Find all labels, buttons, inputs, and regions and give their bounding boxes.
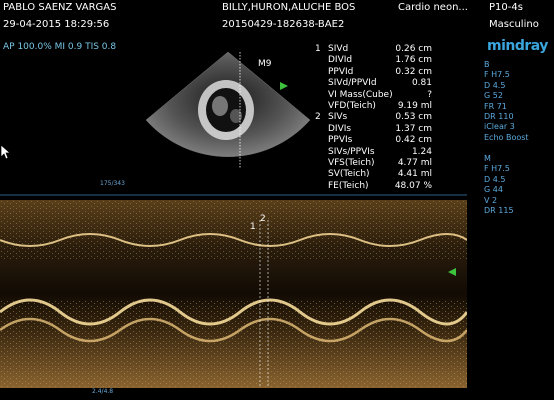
b-mode-sector-image: M9 (145, 51, 311, 168)
measurement-value: 0.26 cm (395, 44, 432, 54)
param-line: iClear 3 (484, 122, 515, 132)
measurement-label: SIVs (328, 112, 348, 123)
measurement-label: VFS(Teich) (328, 157, 375, 168)
exam-date-time: 29-04-2015 18:29:56 (3, 19, 110, 30)
measurement-label: SV(Teich) (328, 169, 370, 180)
probe-name: P10-4s (489, 2, 523, 13)
measurement-row: VFS(Teich) 4.77 ml (312, 158, 436, 169)
param-line: D 4.5 (484, 80, 506, 90)
measurement-row: SIVs/PPVIs 1.24 (312, 147, 436, 158)
param-line: G 52 (484, 91, 503, 101)
measurement-label: SIVd (328, 44, 349, 54)
measurement-row: SV(Teich) 4.41 ml (312, 169, 436, 180)
measurement-row: PPVIs 0.42 cm (312, 135, 436, 147)
param-line: G 44 (484, 185, 503, 195)
param-line: F H7.5 (484, 164, 510, 174)
param-line: DR 115 (484, 206, 514, 216)
measurement-index: 2 (315, 112, 321, 123)
scale-bottom-label: 2.4/4.8 (92, 388, 114, 395)
measurement-row: DIVId 1.76 cm (312, 55, 436, 67)
measurement-label: VI Mass(Cube) (328, 89, 393, 100)
b-mode-params: B F H7.5 D 4.5 G 52 FR 71 DR 110 iClear … (484, 60, 529, 143)
measurement-row: VFD(Teich) 9.19 ml (312, 100, 436, 113)
param-line: F H7.5 (484, 70, 510, 80)
param-line: DR 110 (484, 112, 514, 122)
measurement-index: 1 (315, 44, 321, 54)
param-line: FR 71 (484, 101, 507, 111)
mindray-logo: mindray (487, 38, 548, 54)
measurement-label: SIVs/PPVIs (328, 146, 375, 157)
caliper-label-1: 1 (250, 222, 256, 232)
param-line: V 2 (484, 195, 498, 205)
measurement-row: DIVIs 1.37 cm (312, 123, 436, 136)
measurement-label: PPVIs (328, 135, 353, 146)
acoustic-power-info: AP 100.0% MI 0.9 TIS 0.8 (3, 42, 117, 52)
param-line: Echo Boost (484, 132, 529, 142)
measurement-value: 0.42 cm (395, 135, 432, 146)
measurement-value: 0.32 cm (395, 66, 432, 77)
measurement-value: 9.19 ml (397, 100, 432, 111)
measurement-row: 1 SIVd 0.26 cm (312, 44, 436, 56)
param-line: B (484, 60, 490, 69)
measurement-row: VI Mass(Cube)? (312, 89, 436, 101)
measurement-value: 1.76 cm (395, 55, 432, 66)
measurement-value: 48.07 % (394, 180, 432, 191)
measurement-value: 0.53 cm (395, 112, 432, 123)
measurement-row: SIVd/PPVId 0.81 (312, 78, 436, 90)
m-mode-time-scale (0, 194, 467, 196)
measurement-row: FE(Teich) 48.07 % (312, 181, 436, 192)
mouse-cursor-icon (0, 144, 10, 160)
measurement-label: DIVId (328, 55, 353, 66)
patient-name: PABLO SAENZ VARGAS (3, 2, 117, 13)
exam-type: Cardio neon... (398, 2, 468, 13)
measurement-value: 4.77 ml (397, 157, 432, 168)
m-mode-params: M F H7.5 D 4.5 G 44 V 2 DR 115 (484, 154, 514, 216)
measurement-label: SIVd/PPVId (328, 78, 377, 89)
image-label: M9 (258, 59, 272, 69)
exam-id: 20150429-182638-BAE2 (222, 19, 345, 30)
measurement-label: FE(Teich) (328, 180, 369, 191)
measurement-value: 1.24 (411, 146, 432, 157)
measurement-label: VFD(Teich) (328, 100, 376, 111)
patient-sex: Masculino (489, 19, 539, 30)
caliper-label-2: 2 (260, 214, 266, 224)
measurement-value: 4.41 ml (397, 169, 432, 180)
measurement-label: PPVId (328, 66, 354, 77)
scale-top-label: 175/343 (100, 180, 125, 187)
measurement-value: 0.81 (411, 78, 432, 89)
measurement-value: ? (427, 89, 432, 100)
measurement-label: DIVIs (328, 123, 352, 134)
measurement-row: 2 SIVs 0.53 cm (312, 112, 436, 124)
param-line: M (484, 154, 491, 163)
param-line: D 4.5 (484, 174, 506, 184)
m-mode-trace (0, 200, 467, 388)
referrer-name: BILLY,HURON,ALUCHE BOS (222, 2, 356, 13)
measurement-row: PPVId 0.32 cm (312, 66, 436, 79)
measurement-value: 1.37 cm (395, 123, 432, 134)
measurement-results-panel: 1 SIVd 0.26 cm DIVId 1.76 cm PPVId 0.32 cm SIVd… (312, 44, 436, 192)
